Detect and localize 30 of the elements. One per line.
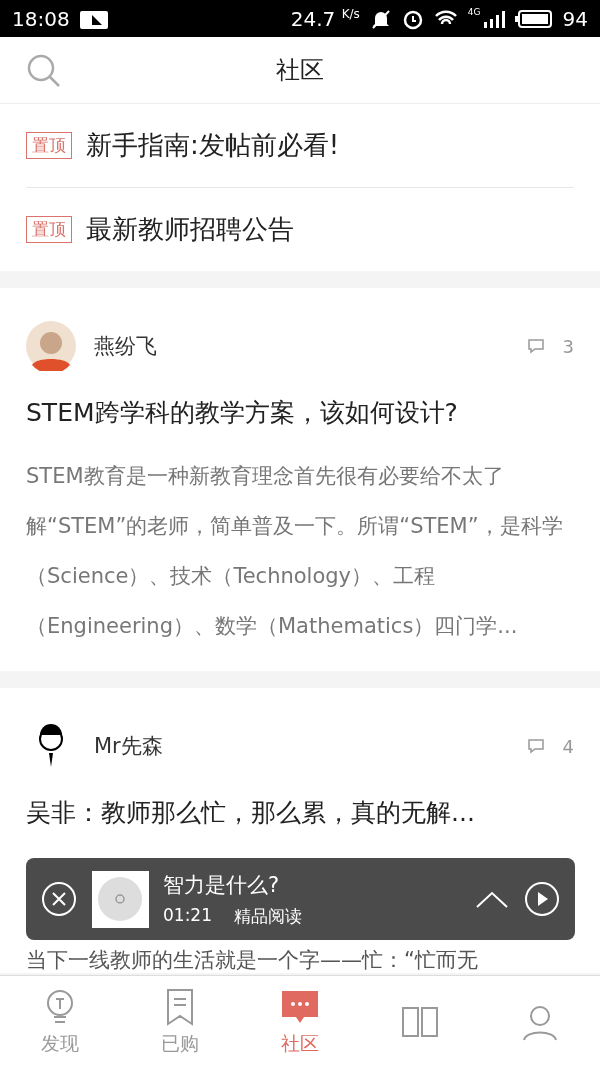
post-card[interactable]: 燕纷飞 3 STEM跨学科的教学方案，该如何设计? STEM教育是一种新教育理念首先很有必要给不太了解“STEM”的老师，简单普及一下。所谓“STEM”，是科学（Science）、技术（Technology）、工程（Engineering）、数学（Mathematics）四门学... <box>0 288 600 671</box>
pinned-post-title[interactable]: 最新教师招聘公告 <box>86 212 294 247</box>
avatar <box>26 321 76 371</box>
author-name[interactable]: Mr先森 <box>94 732 509 760</box>
pinned-post-title[interactable]: 新手指南:发帖前必看! <box>86 128 340 163</box>
track-source: 精品阅读 <box>234 904 302 928</box>
network-type: 4G <box>467 7 481 17</box>
track-title: 智力是什么? <box>163 871 281 899</box>
close-icon[interactable] <box>40 880 78 918</box>
post-title[interactable]: 吴非：教师那么忙，那么累，真的无解... <box>26 796 574 829</box>
comment-icon <box>526 737 545 755</box>
comment-count: 3 <box>562 335 574 357</box>
image-icon <box>79 8 108 29</box>
chevron-up-icon[interactable] <box>475 889 509 909</box>
track-time: 01:21 <box>163 904 212 927</box>
author-name[interactable]: 燕纷飞 <box>94 332 509 360</box>
pinned-tag: 置顶 <box>26 132 72 159</box>
post-excerpt: 当下一线教师的生活就是一个字——忙：“忙而无 <box>26 947 479 973</box>
network-speed: 24.7 $^{K/s}$ <box>290 6 360 31</box>
post-title[interactable]: STEM跨学科的教学方案，该如何设计? <box>26 396 574 429</box>
pinned-tag: 置顶 <box>26 216 72 243</box>
status-time: 18:08 <box>12 6 70 31</box>
battery-level: 94 <box>562 6 588 31</box>
comment-icon <box>526 337 545 355</box>
play-icon[interactable] <box>523 880 561 918</box>
battery-icon <box>514 8 553 29</box>
post-excerpt: STEM教育是一种新教育理念首先很有必要给不太了解“STEM”的老师，简单普及一下。所谓“STEM”，是科学（Science）、技术（Technology）、工程（Engineering）、数学（Mathematics）四门学... <box>26 463 564 640</box>
signal-icon <box>482 8 505 29</box>
comment-count: 4 <box>562 735 574 757</box>
page-title: 社区 <box>276 55 324 86</box>
